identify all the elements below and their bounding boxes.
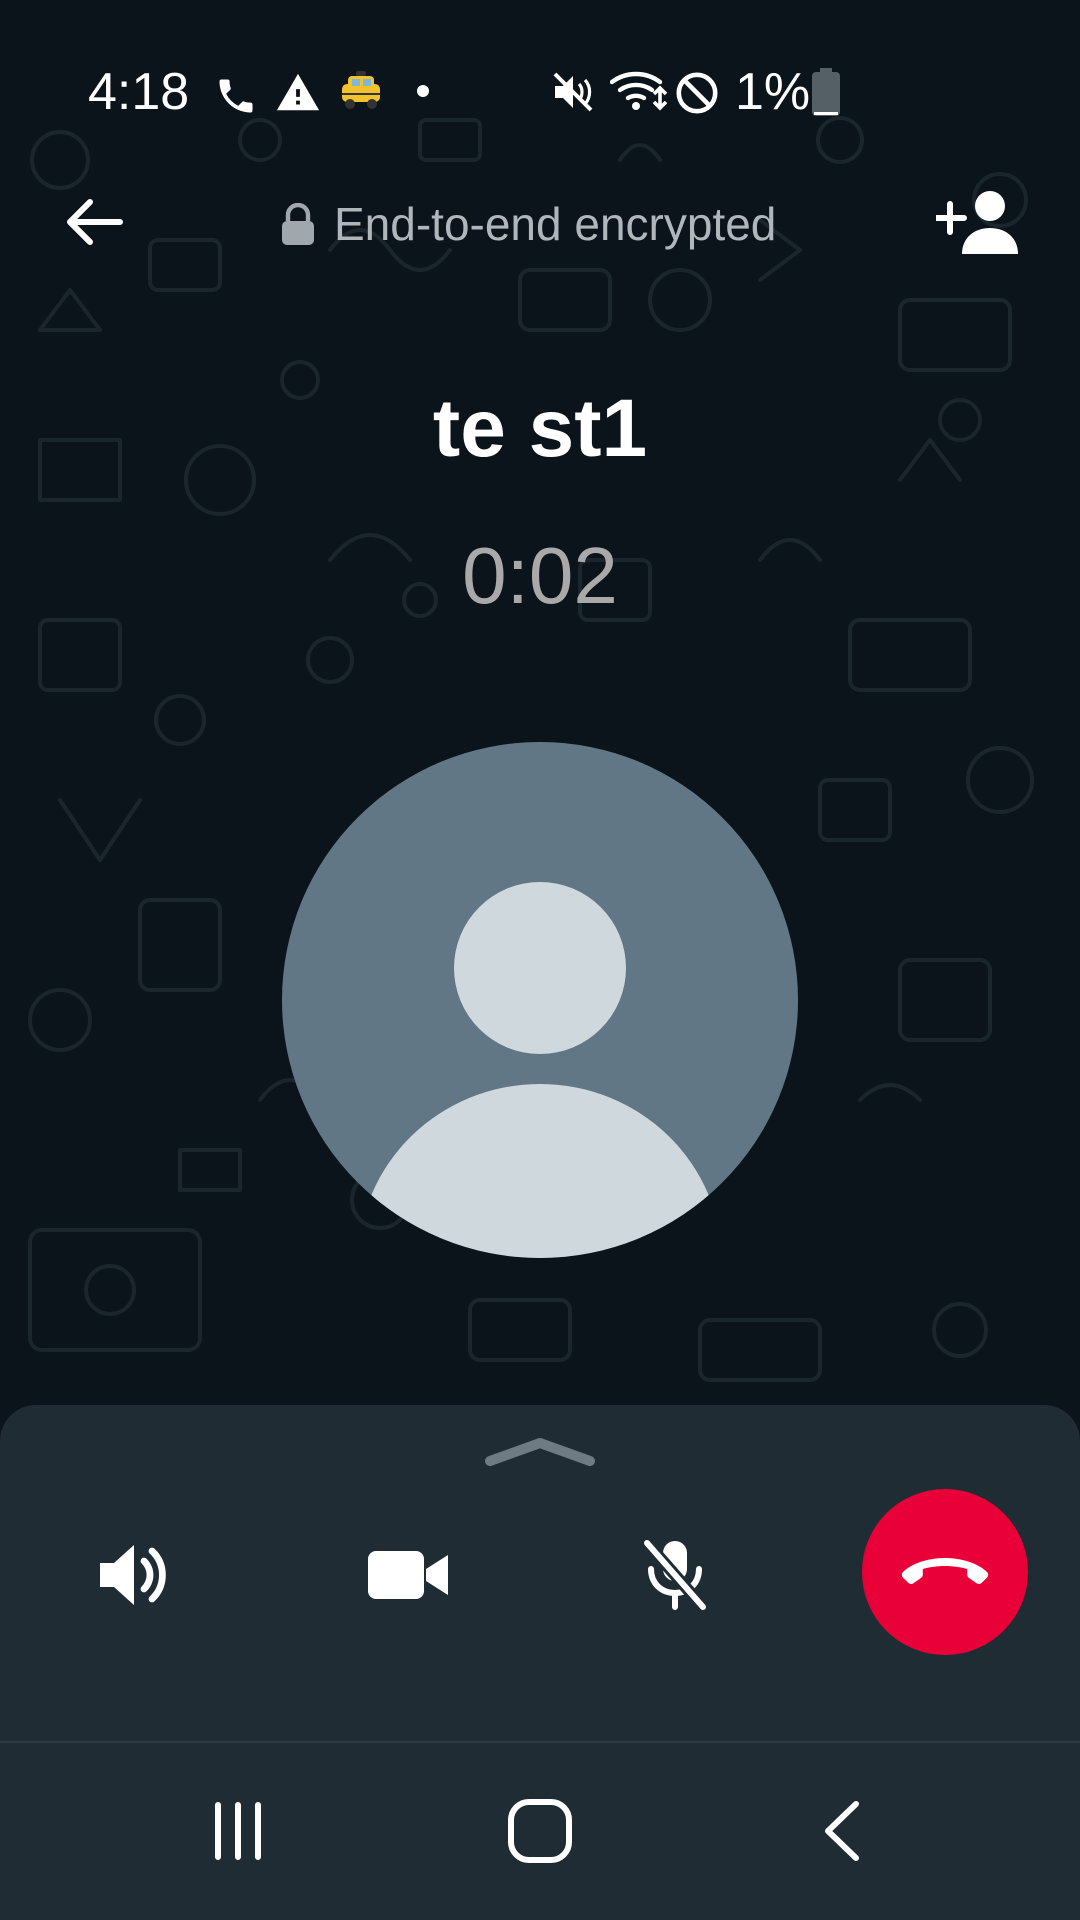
status-bar: 4:18 1% (0, 0, 1080, 121)
contact-avatar (282, 742, 798, 1258)
add-person-button[interactable] (936, 184, 1020, 256)
home-button[interactable] (490, 1791, 590, 1871)
nav-back-icon (825, 1801, 859, 1861)
phone-icon (219, 79, 253, 113)
contact-name: te st1 (432, 383, 648, 474)
recents-button[interactable] (188, 1791, 288, 1871)
end-call-icon (901, 1558, 989, 1584)
mute-button[interactable] (605, 1505, 745, 1645)
call-controls-panel (0, 1405, 1080, 1741)
call-duration: 0:02 (462, 531, 618, 620)
warning-icon (276, 73, 320, 111)
call-header: End-to-end encrypted (0, 180, 1080, 260)
battery-icon (812, 68, 840, 116)
dot-icon (417, 85, 429, 97)
mic-off-icon (642, 1539, 708, 1611)
wifi-icon (610, 71, 668, 111)
end-call-button[interactable] (862, 1489, 1028, 1655)
chevron-up-icon[interactable] (482, 1433, 598, 1469)
default-avatar-icon (358, 882, 722, 1258)
battery-percent: 1% (735, 63, 811, 121)
call-screen: 4:18 1% End-to-end encrypted te st1 0:02 (0, 0, 1080, 1920)
mute-icon (553, 72, 593, 112)
do-not-disturb-icon (676, 72, 718, 114)
taxi-icon (342, 71, 380, 109)
video-camera-icon (368, 1551, 448, 1599)
back-button[interactable] (58, 192, 130, 252)
speaker-button[interactable] (66, 1505, 206, 1645)
video-button[interactable] (338, 1505, 478, 1645)
encryption-notice: End-to-end encrypted (280, 194, 776, 254)
speaker-icon (100, 1545, 166, 1605)
nav-back-button[interactable] (792, 1791, 892, 1871)
encryption-label: End-to-end encrypted (334, 198, 777, 250)
lock-icon (282, 203, 314, 245)
recents-icon (215, 1802, 261, 1860)
home-icon (508, 1799, 572, 1863)
system-navigation-bar (0, 1743, 1080, 1920)
status-time: 4:18 (88, 63, 190, 121)
